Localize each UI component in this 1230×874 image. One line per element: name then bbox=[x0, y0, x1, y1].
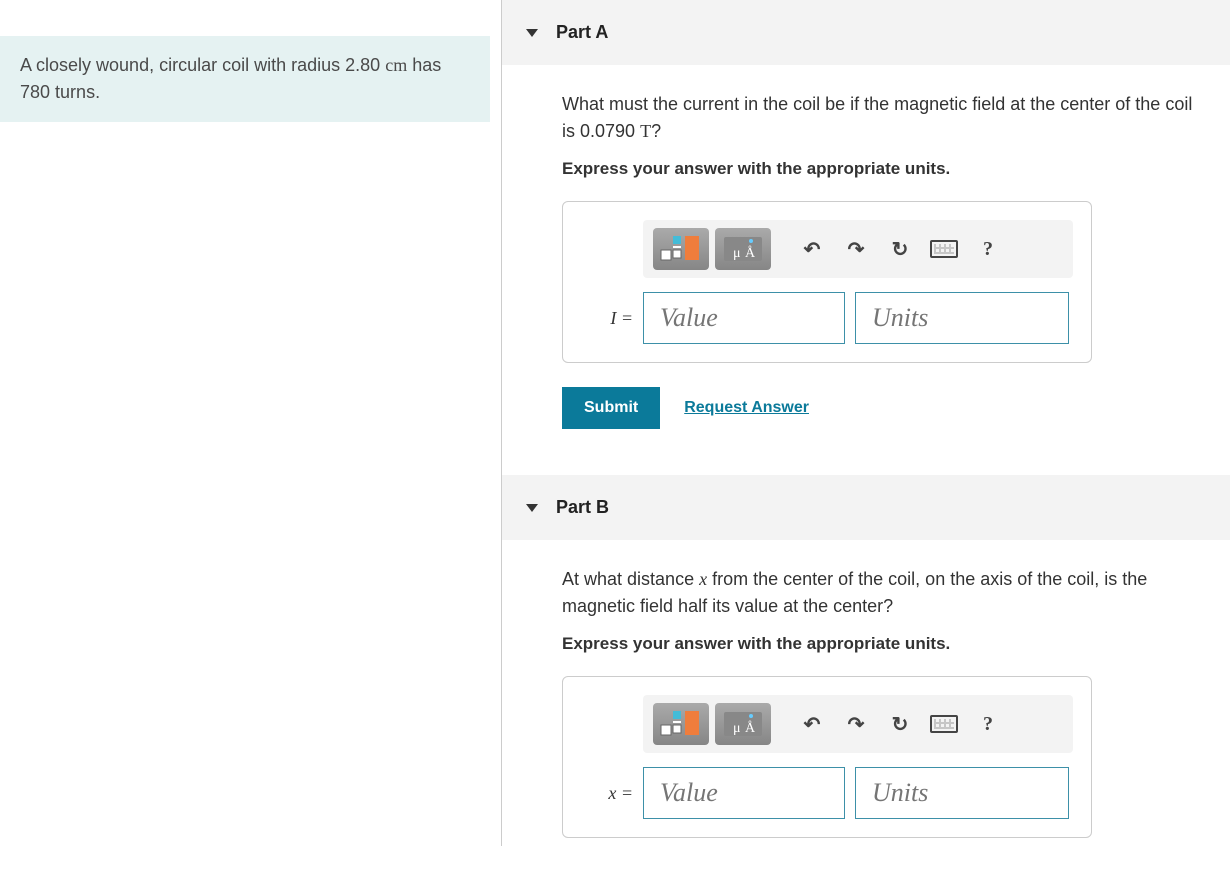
variable-label: I = bbox=[581, 308, 633, 329]
problem-text: A closely wound, circular coil with radi… bbox=[20, 55, 345, 75]
redo-icon[interactable]: ↷ bbox=[837, 703, 875, 745]
part-b-answer-area: μ Å ↶ ↷ ↻ ? x = bbox=[562, 676, 1092, 838]
variable-label: x = bbox=[581, 783, 633, 804]
symbols-icon[interactable]: μ Å bbox=[715, 228, 771, 270]
units-input[interactable] bbox=[855, 767, 1069, 819]
templates-icon[interactable] bbox=[653, 228, 709, 270]
part-a-title: Part A bbox=[556, 22, 608, 43]
value-input[interactable] bbox=[643, 292, 845, 344]
part-a-header[interactable]: Part A bbox=[502, 0, 1230, 65]
part-b-title: Part B bbox=[556, 497, 609, 518]
chevron-down-icon bbox=[526, 29, 538, 37]
part-a-question: What must the current in the coil be if … bbox=[562, 91, 1202, 145]
value-input[interactable] bbox=[643, 767, 845, 819]
equation-toolbar: μ Å ↶ ↷ ↻ ? bbox=[643, 220, 1073, 278]
symbols-icon[interactable]: μ Å bbox=[715, 703, 771, 745]
radius-unit: cm bbox=[385, 55, 407, 75]
request-answer-link[interactable]: Request Answer bbox=[684, 399, 809, 417]
undo-icon[interactable]: ↶ bbox=[793, 703, 831, 745]
equation-toolbar: μ Å ↶ ↷ ↻ ? bbox=[643, 695, 1073, 753]
svg-text:μ: μ bbox=[733, 721, 741, 736]
units-input[interactable] bbox=[855, 292, 1069, 344]
templates-icon[interactable] bbox=[653, 703, 709, 745]
part-a-instruction: Express your answer with the appropriate… bbox=[562, 159, 1230, 179]
reset-icon[interactable]: ↻ bbox=[881, 228, 919, 270]
help-icon[interactable]: ? bbox=[969, 228, 1007, 270]
part-b-instruction: Express your answer with the appropriate… bbox=[562, 634, 1230, 654]
help-icon[interactable]: ? bbox=[969, 703, 1007, 745]
redo-icon[interactable]: ↷ bbox=[837, 228, 875, 270]
svg-text:μ: μ bbox=[733, 246, 741, 261]
chevron-down-icon bbox=[526, 504, 538, 512]
svg-text:Å: Å bbox=[745, 720, 756, 736]
part-a-answer-area: μ Å ↶ ↷ ↻ ? I = bbox=[562, 201, 1092, 363]
part-b-question: At what distance x from the center of th… bbox=[562, 566, 1202, 620]
problem-text-3: turns. bbox=[50, 82, 100, 102]
submit-button[interactable]: Submit bbox=[562, 387, 660, 429]
problem-statement: A closely wound, circular coil with radi… bbox=[0, 36, 490, 122]
part-b-header[interactable]: Part B bbox=[502, 475, 1230, 540]
undo-icon[interactable]: ↶ bbox=[793, 228, 831, 270]
turns-value: 780 bbox=[20, 82, 50, 102]
problem-text-2: has bbox=[407, 55, 441, 75]
reset-icon[interactable]: ↻ bbox=[881, 703, 919, 745]
radius-value: 2.80 bbox=[345, 55, 380, 75]
keyboard-icon[interactable] bbox=[925, 703, 963, 745]
keyboard-icon[interactable] bbox=[925, 228, 963, 270]
svg-text:Å: Å bbox=[745, 245, 756, 261]
